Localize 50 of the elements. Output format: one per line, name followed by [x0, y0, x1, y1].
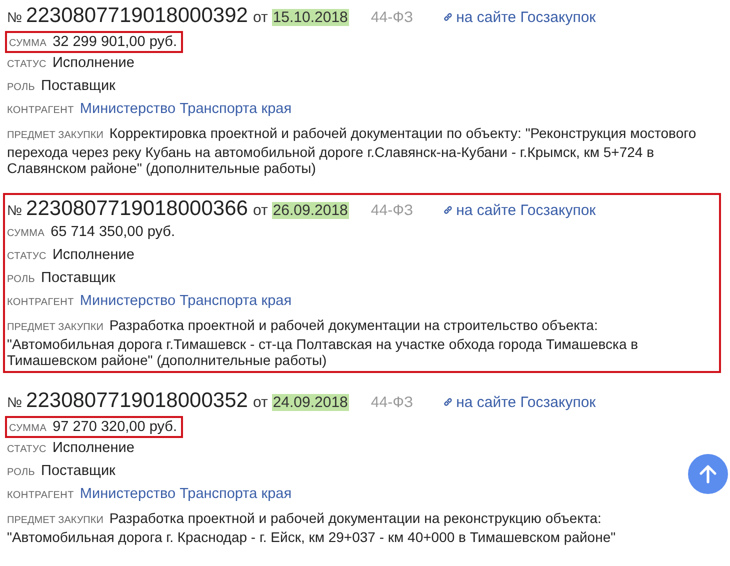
number-sign: №	[7, 394, 22, 410]
scroll-to-top-button[interactable]	[688, 454, 728, 494]
field-label: СУММА	[9, 423, 47, 434]
field-label: КОНТРАГЕНТ	[7, 297, 74, 308]
field-value: Поставщик	[41, 270, 116, 286]
field-label: РОЛЬ	[7, 82, 36, 93]
purchase-subject: ПРЕДМЕТ ЗАКУПКИ Разработка проектной и рабочей документации на реконструкцию объекта: "Автомобильная дорога г. Краснодар - г. Ейск, км 29+037 - км 40+000 в Тимашевском районе"	[7, 509, 617, 545]
purchase-subject: ПРЕДМЕТ ЗАКУПКИ Корректировка проектной и рабочей документации по объекту: "Реконструкция мостового перехода через реку Кубань на автомобильной дороге г.Славянск-на-Кубани - г.Крымск, км 5+724 в Славянском районе" (дополнительные работы)	[7, 124, 697, 176]
arrow-up-icon	[697, 463, 719, 485]
field-label: РОЛЬ	[7, 274, 36, 285]
field-label: КОНТРАГЕНТ	[7, 105, 74, 116]
contract-date: 15.10.2018	[272, 9, 349, 26]
law-label: 44-ФЗ	[370, 394, 414, 411]
field-label: СТАТУС	[7, 251, 46, 262]
field-value: Поставщик	[41, 78, 116, 94]
counterparty-link[interactable]: Министерство Транспорта края	[80, 486, 292, 502]
field-value: Поставщик	[41, 463, 116, 479]
field-value: Исполнение	[52, 55, 134, 71]
number-sign: №	[7, 9, 22, 25]
procurement-site-link[interactable]: на сайте Госзакупок	[443, 202, 596, 218]
law-label: 44-ФЗ	[370, 9, 414, 26]
field-label: СТАТУС	[7, 444, 46, 455]
field-label: СУММА	[9, 38, 47, 49]
date-prefix: от	[252, 394, 268, 411]
field-value: 97 270 320,00 руб.	[52, 419, 177, 435]
contract-number: 2230807719018000352	[26, 389, 248, 413]
field-value: Исполнение	[52, 247, 134, 263]
link-icon	[443, 397, 454, 407]
field-value: 65 714 350,00 руб.	[50, 224, 175, 240]
purchase-subject: ПРЕДМЕТ ЗАКУПКИ Разработка проектной и рабочей документации на строительство объекта: "Автомобильная дорога г.Тимашевск - ст-ца Полтавская на участке обхода города Тимашевска в Тимашевском районе" (дополнительные работы)	[7, 316, 640, 368]
field-value: Исполнение	[52, 440, 134, 456]
link-icon	[443, 205, 454, 215]
contract-number: 2230807719018000392	[26, 4, 248, 28]
contract-number: 2230807719018000366	[26, 197, 248, 221]
contract-date: 24.09.2018	[272, 394, 349, 411]
field-value: 32 299 901,00 руб.	[52, 34, 177, 50]
link-icon	[443, 12, 454, 22]
procurement-site-link[interactable]: на сайте Госзакупок	[443, 394, 596, 410]
procurement-site-link[interactable]: на сайте Госзакупок	[443, 8, 596, 26]
contract-date: 26.09.2018	[272, 202, 349, 219]
field-label: СТАТУС	[7, 59, 46, 70]
law-label: 44-ФЗ	[370, 202, 414, 219]
number-sign: №	[7, 202, 22, 218]
field-label: СУММА	[7, 228, 45, 239]
counterparty-link[interactable]: Министерство Транспорта края	[80, 101, 292, 117]
date-prefix: от	[252, 9, 268, 26]
date-prefix: от	[252, 202, 268, 219]
field-label: РОЛЬ	[7, 467, 36, 478]
field-label: КОНТРАГЕНТ	[7, 490, 74, 501]
counterparty-link[interactable]: Министерство Транспорта края	[80, 293, 292, 309]
